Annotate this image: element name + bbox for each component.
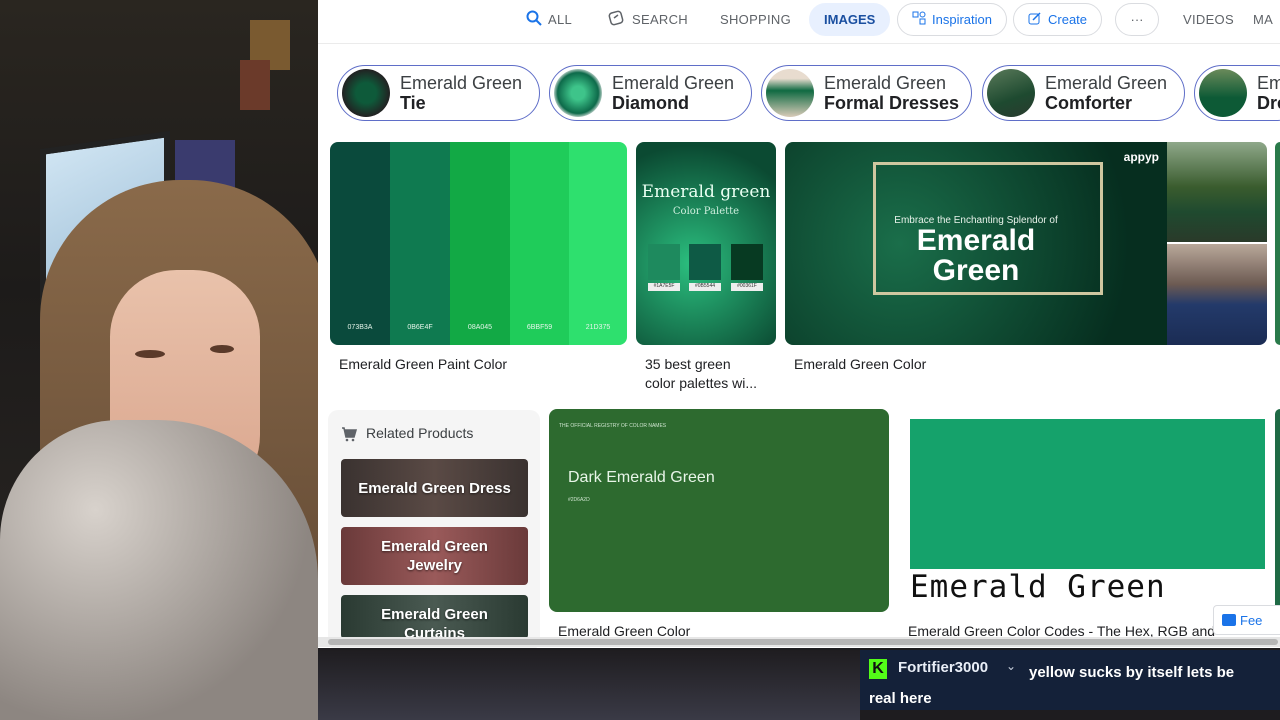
chip-emerald-green-tie[interactable]: Emerald Green Tie	[337, 65, 540, 121]
nav-videos[interactable]: VIDEOS	[1183, 0, 1234, 38]
feedback-button[interactable]: Fee	[1213, 605, 1280, 635]
nav-shopping[interactable]: SHOPPING	[720, 0, 791, 38]
create-button[interactable]: Create	[1013, 3, 1103, 36]
chip-emerald-green-dresses[interactable]: EmDre	[1194, 65, 1280, 121]
result-palettes-image[interactable]: Emerald green Color Palette #1A7E5F #0B5…	[636, 142, 776, 345]
create-icon	[1028, 11, 1042, 28]
result-paint-color-image[interactable]: 073B3A 0B6E4F 08A045 6BBF59 21D375	[330, 142, 627, 345]
nav-maps[interactable]: MA	[1253, 0, 1273, 38]
search-results-page: ALL SEARCH SHOPPING IMAGES Inspiration C…	[318, 0, 1280, 648]
related-products-panel: Related Products Emerald Green Dress Eme…	[328, 410, 540, 648]
result-caption[interactable]: 35 best green color palettes wi...	[645, 355, 757, 393]
result-caption[interactable]: Emerald Green Color	[794, 355, 926, 374]
chip-thumbnail	[987, 69, 1035, 117]
result-color-codes-image[interactable]: Emerald Green	[900, 409, 1275, 612]
chat-message-text: yellow sucks by itself lets be real here	[869, 664, 1235, 707]
result-cut-off-image[interactable]	[1275, 409, 1280, 612]
nav-all[interactable]: ALL	[526, 0, 572, 38]
palette-box	[648, 244, 680, 280]
swatch: 21D375	[569, 142, 627, 345]
swatch: 0B6E4F	[390, 142, 450, 345]
chip-emerald-green-diamond[interactable]: Emerald Green Diamond	[549, 65, 752, 121]
result-suit-photo[interactable]	[1167, 142, 1267, 242]
scrollbar-thumb[interactable]	[328, 639, 1278, 645]
inspiration-icon	[912, 11, 926, 28]
webcam-overlay	[0, 0, 318, 720]
search-sparkle-icon	[608, 10, 626, 29]
chip-emerald-green-comforter[interactable]: Emerald Green Comforter	[982, 65, 1185, 121]
hero-heading: Emerald Green	[916, 224, 1036, 287]
swatch: 6BBF59	[510, 142, 569, 345]
related-emerald-green-dress[interactable]: Emerald Green Dress	[341, 459, 528, 517]
chip-thumbnail	[342, 69, 390, 117]
result-cut-off-image[interactable]	[1275, 142, 1280, 345]
related-emerald-green-curtains[interactable]: Emerald Green Curtains	[341, 595, 528, 639]
stream-chat-message: K Fortifier3000 ⌄ yellow sucks by itself…	[860, 650, 1280, 710]
horizontal-scrollbar[interactable]	[318, 637, 1280, 647]
appy-logo: appyp	[1123, 150, 1159, 164]
swatch: 073B3A	[330, 142, 390, 345]
more-options-button[interactable]: ···	[1115, 3, 1159, 36]
related-emerald-green-jewelry[interactable]: Emerald Green Jewelry	[341, 527, 528, 585]
streamer-eye	[135, 350, 165, 358]
chip-thumbnail	[554, 69, 602, 117]
palette-box	[731, 244, 763, 280]
color-swatch	[910, 419, 1265, 569]
wall-poster	[240, 60, 270, 110]
feedback-icon	[1222, 614, 1236, 626]
shopping-cart-icon	[341, 426, 358, 446]
result-dark-emerald-image[interactable]: THE OFFICIAL REGISTRY OF COLOR NAMES Dar…	[549, 409, 889, 612]
search-nav-bar: ALL SEARCH SHOPPING IMAGES Inspiration C…	[318, 0, 1280, 44]
search-icon	[526, 10, 542, 29]
chip-emerald-green-formal-dresses[interactable]: Emerald Green Formal Dresses	[761, 65, 972, 121]
related-products-title: Related Products	[366, 425, 474, 441]
streamer-eye	[210, 345, 234, 353]
chip-thumbnail	[766, 69, 814, 117]
result-caption[interactable]: Emerald Green Paint Color	[339, 355, 507, 374]
nav-images[interactable]: IMAGES	[809, 3, 891, 36]
chip-thumbnail	[1199, 69, 1247, 117]
result-dress-photo[interactable]	[1167, 244, 1267, 345]
result-emerald-color-image[interactable]: Embrace the Enchanting Splendor of Emera…	[785, 142, 1167, 345]
palette-box	[689, 244, 721, 280]
webcam-background-strip	[318, 648, 860, 720]
swatch: 08A045	[450, 142, 510, 345]
nav-search[interactable]: SEARCH	[608, 0, 688, 38]
inspiration-button[interactable]: Inspiration	[897, 3, 1007, 36]
